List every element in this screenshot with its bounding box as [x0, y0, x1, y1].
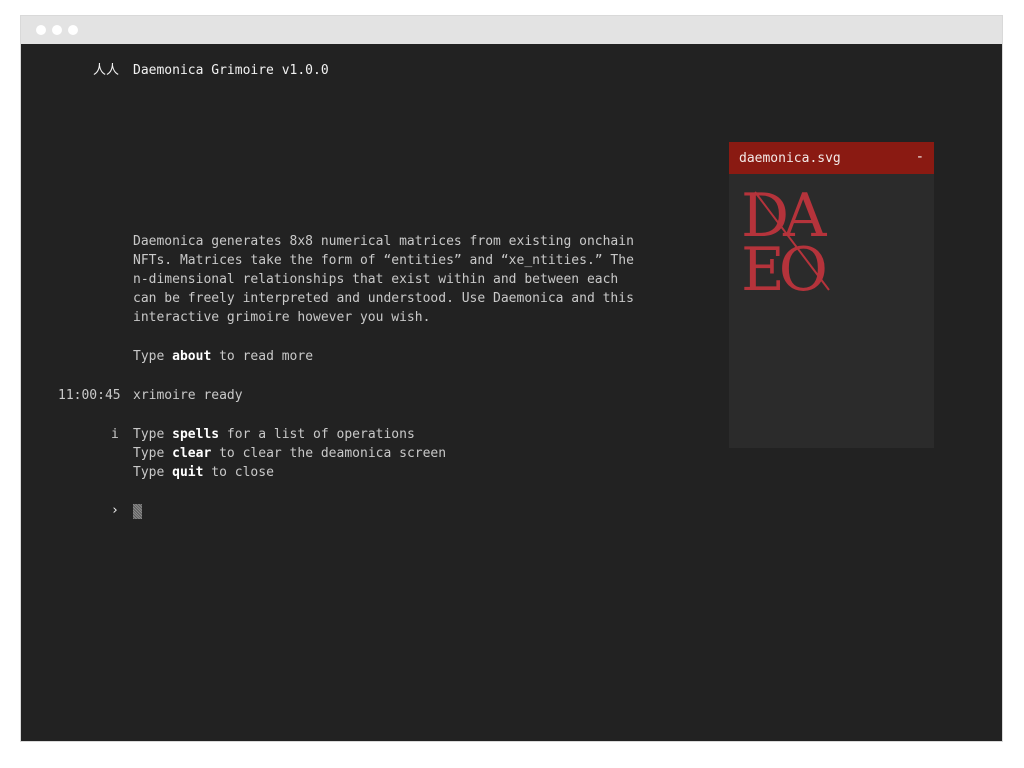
- minimize-button[interactable]: -: [916, 148, 924, 167]
- about-hint: Type about to read more: [133, 347, 313, 366]
- help-post: to close: [203, 465, 274, 480]
- command-input-cursor[interactable]: [133, 504, 142, 519]
- info-icon: i: [111, 427, 119, 442]
- header-glyph: 人人: [93, 63, 120, 78]
- intro-line: interactive grimoire however you wish.: [133, 310, 431, 325]
- prompt-chevron-icon: ›: [111, 503, 119, 518]
- help-post: to clear the deamonica screen: [211, 446, 447, 461]
- panel-titlebar[interactable]: daemonica.svg -: [729, 142, 934, 174]
- svg-text:EO: EO: [741, 235, 825, 305]
- intro-line: Daemonica generates 8x8 numerical matric…: [133, 234, 634, 249]
- intro-line: NFTs. Matrices take the form of “entitie…: [133, 253, 634, 268]
- quit-command[interactable]: quit: [172, 465, 203, 480]
- app-title: Daemonica Grimoire v1.0.0: [133, 63, 329, 78]
- spells-command[interactable]: spells: [172, 427, 219, 442]
- panel-title: daemonica.svg: [739, 151, 841, 166]
- clear-command[interactable]: clear: [172, 446, 211, 461]
- window-dot-3[interactable]: [68, 25, 78, 35]
- help-line-clear: Type clear to clear the deamonica screen: [133, 444, 446, 463]
- help-pre: Type: [133, 446, 173, 461]
- help-pre: Type: [133, 465, 173, 480]
- daemonica-logo: DAEO: [741, 181, 833, 305]
- about-hint-post: to read more: [211, 349, 314, 364]
- window-dot-1[interactable]: [36, 25, 46, 35]
- intro-line: n-dimensional relationships that exist w…: [133, 272, 619, 287]
- svg-preview-panel: daemonica.svg - DA EO: [729, 142, 934, 448]
- window-chrome: [21, 16, 1002, 44]
- about-command[interactable]: about: [172, 349, 211, 364]
- log-timestamp: 11:00:45: [58, 388, 121, 403]
- help-line-quit: Type quit to close: [133, 463, 274, 482]
- window-dot-2[interactable]: [52, 25, 62, 35]
- intro-line: can be freely interpreted and understood…: [133, 291, 634, 306]
- help-post: for a list of operations: [219, 427, 415, 442]
- log-message: xrimoire ready: [133, 388, 243, 403]
- help-pre: Type: [133, 427, 173, 442]
- browser-window: 人人 Daemonica Grimoire v1.0.0 Daemonica g…: [20, 15, 1003, 742]
- help-line-spells: Type spells for a list of operations: [133, 425, 415, 444]
- about-hint-pre: Type: [133, 349, 173, 364]
